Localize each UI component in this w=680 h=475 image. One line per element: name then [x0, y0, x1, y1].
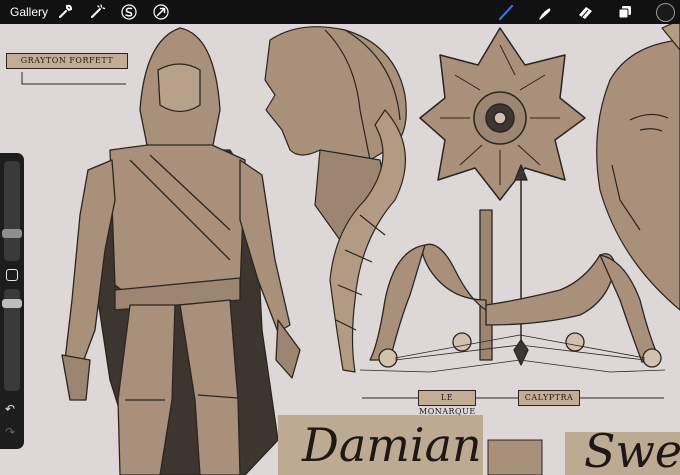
side-toolbar: ↶ ↷	[0, 153, 24, 449]
artwork	[21, 24, 680, 475]
brush-icon[interactable]	[497, 3, 515, 21]
modify-square-icon[interactable]	[6, 269, 18, 281]
eraser-icon[interactable]	[576, 3, 594, 21]
color-swatch[interactable]	[656, 3, 675, 22]
opacity-slider-thumb[interactable]	[2, 299, 22, 308]
drawing-canvas[interactable]: GRAYTON FORFETT LE MONARQUE CALYPTRA Dam…	[0, 24, 680, 475]
opacity-slider[interactable]	[2, 289, 22, 391]
wrench-icon[interactable]	[56, 3, 74, 21]
undo-icon[interactable]: ↶	[5, 402, 15, 416]
character-name-label: GRAYTON FORFETT	[6, 53, 128, 69]
weapon-label-right: CALYPTRA	[518, 390, 580, 406]
gallery-button[interactable]: Gallery	[10, 5, 48, 19]
flower-emblem-sketch	[419, 27, 586, 201]
redo-icon[interactable]: ↷	[5, 425, 15, 439]
handwritten-name-left: Damian	[302, 418, 482, 472]
smudge-icon[interactable]	[536, 3, 554, 21]
weapon-label-left: LE MONARQUE	[418, 390, 476, 416]
handwritten-name-right: Swell	[584, 424, 680, 475]
selection-s-icon[interactable]	[120, 3, 138, 21]
brush-size-slider-thumb[interactable]	[2, 229, 22, 238]
magic-wand-icon[interactable]	[88, 3, 106, 21]
hooded-figure-sketch	[61, 27, 301, 475]
brush-size-slider[interactable]	[2, 161, 22, 261]
layers-icon[interactable]	[616, 3, 634, 21]
transform-arrow-icon[interactable]	[152, 3, 170, 21]
top-toolbar: Gallery	[0, 0, 680, 24]
color-swatch-scrap	[487, 439, 543, 475]
